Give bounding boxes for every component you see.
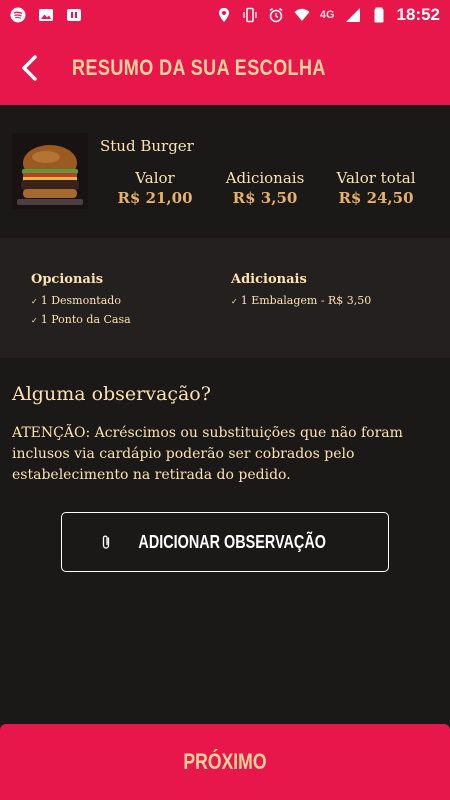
extras-panel: Opcionais ✓ 1 Desmontado ✓ 1 Ponto da Casa… [0,238,450,358]
observation-title: Alguma observação? [12,383,211,405]
observation-warning: ATENÇÃO: Acréscimos ou substituições que… [12,425,403,483]
additionals-heading: Adicionais [231,272,307,287]
location-icon [218,8,229,22]
chevron-left-icon [22,54,37,81]
total-value: R$ 24,50 [338,189,414,207]
next-button-label: PRÓXIMO [183,749,267,774]
status-bar: 4G 18:52 [0,0,450,30]
product-image [12,133,88,209]
alarm-icon [269,7,283,23]
total-column: Valor total R$ 24,50 [330,169,422,207]
page-title: RESUMO DA SUA ESCOLHA [72,54,326,80]
optional-item: ✓ 1 Desmontado [31,294,121,307]
app-header: RESUMO DA SUA ESCOLHA [0,30,450,105]
product-name: Stud Burger [100,137,194,155]
app-icon [67,9,81,21]
additionals-label: Adicionais [225,169,305,187]
optionals-heading: Opcionais [31,272,104,287]
product-summary: Stud Burger Valor R$ 21,00 Adicionais R$… [0,105,450,237]
image-icon [39,9,53,21]
price-value: R$ 21,00 [117,189,193,207]
check-icon: ✓ [31,297,38,306]
total-label: Valor total [336,169,416,187]
additionals-column: Adicionais R$ 3,50 [220,169,310,207]
add-observation-button[interactable]: ADICIONAR OBSERVAÇÃO [61,512,389,572]
signal-icon [345,8,360,22]
add-observation-label: ADICIONAR OBSERVAÇÃO [138,531,326,552]
next-button[interactable]: PRÓXIMO [0,724,450,800]
network-type-label: 4G [319,9,335,21]
check-icon: ✓ [31,316,38,325]
back-button[interactable] [0,30,60,105]
check-icon: ✓ [231,297,238,306]
optional-item: ✓ 1 Ponto da Casa [31,313,131,326]
paperclip-icon [102,535,109,549]
clock: 18:52 [396,5,440,24]
battery-icon [374,7,384,23]
price-label: Valor [135,169,175,187]
vibrate-icon [243,7,257,23]
price-column: Valor R$ 21,00 [116,169,194,207]
wifi-icon [294,8,310,21]
additional-item: ✓ 1 Embalagem - R$ 3,50 [231,294,372,307]
spotify-icon [10,7,26,23]
additionals-value: R$ 3,50 [232,189,298,207]
